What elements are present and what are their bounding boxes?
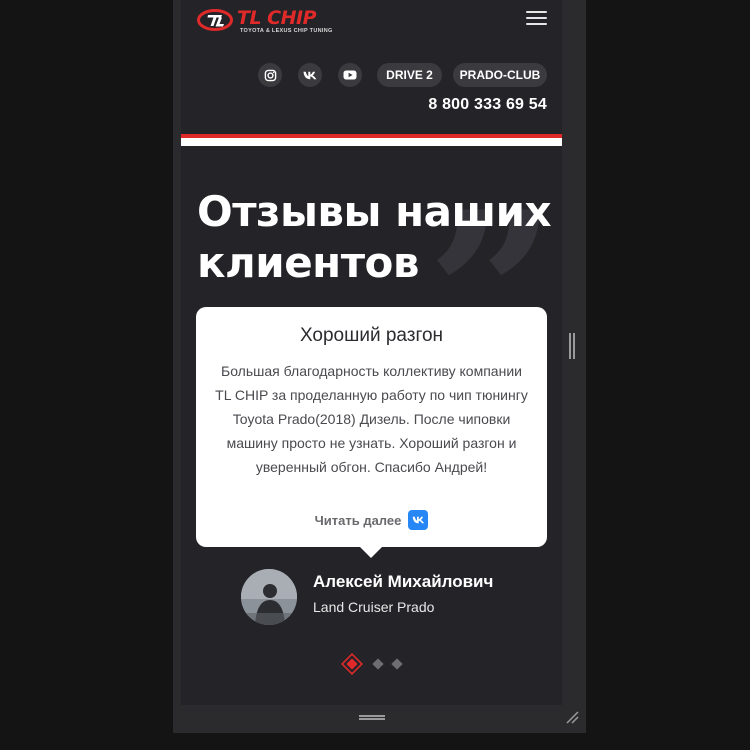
- section-title-line-2: клиентов: [197, 238, 419, 287]
- vertical-resize-handle[interactable]: [359, 715, 385, 720]
- instagram-icon: [264, 69, 276, 81]
- logo-title: TL CHIP: [237, 7, 317, 29]
- header-divider-white: [181, 138, 562, 146]
- phone-number[interactable]: 8 800 333 69 54: [428, 96, 547, 114]
- instagram-button[interactable]: [258, 63, 282, 87]
- vk-icon: [408, 510, 429, 530]
- bottom-resize-bar: [181, 705, 562, 729]
- page-viewport: TL CHIP TOYOTA & LEXUS CHIP TUNING DRIVE…: [181, 0, 562, 705]
- avatar: [241, 569, 297, 625]
- logo-tagline: TOYOTA & LEXUS CHIP TUNING: [240, 28, 333, 34]
- vk-icon: [303, 71, 317, 79]
- pagination-dot-active[interactable]: [341, 653, 363, 675]
- vk-button[interactable]: [298, 63, 322, 87]
- read-more-link[interactable]: Читать далее: [196, 510, 547, 530]
- review-title: Хороший разгон: [299, 325, 444, 346]
- youtube-button[interactable]: [338, 63, 362, 87]
- read-more-label: Читать далее: [314, 512, 402, 528]
- drive2-link[interactable]: DRIVE 2: [377, 63, 442, 87]
- horizontal-resize-handle[interactable]: [569, 333, 575, 359]
- logo[interactable]: TL CHIP TOYOTA & LEXUS CHIP TUNING: [197, 7, 347, 34]
- review-card-pointer: [360, 547, 382, 558]
- review-card: Хороший разгон Большая благодарность кол…: [196, 307, 547, 547]
- section-title-line-1: Отзывы наших: [197, 187, 552, 236]
- hamburger-menu-icon[interactable]: [526, 10, 548, 26]
- logo-mark-icon: [197, 9, 233, 31]
- author-name: Алексей Михайлович: [313, 572, 494, 591]
- pagination-dot[interactable]: [390, 657, 404, 671]
- youtube-icon: [343, 70, 357, 80]
- review-text: Большая благодарность коллективу компани…: [215, 363, 528, 475]
- section-title: Отзывы наших клиентов: [197, 186, 557, 288]
- corner-resize-icon[interactable]: [565, 710, 579, 724]
- pagination-dot[interactable]: [371, 657, 385, 671]
- author-car: Land Cruiser Prado: [313, 599, 435, 615]
- prado-club-link[interactable]: PRADO-CLUB: [453, 63, 547, 87]
